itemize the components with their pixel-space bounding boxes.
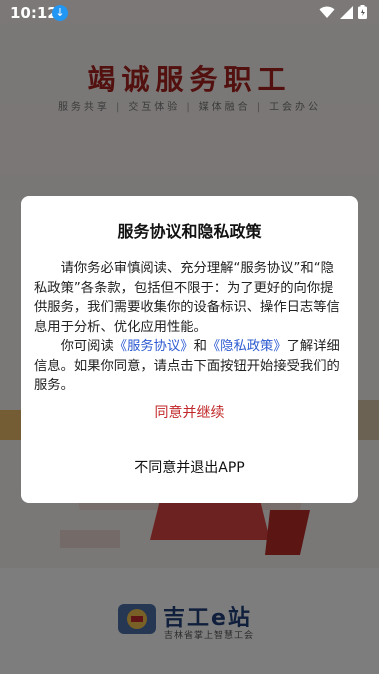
dialog-paragraph: 请你务必审慎阅读、充分理解“服务协议”和“隐私政策”各条款，包括但不限于：为了更… <box>34 261 340 335</box>
status-time: 10:12 <box>10 4 58 22</box>
agree-button[interactable]: 同意并继续 <box>21 402 358 422</box>
download-icon: ↓ <box>52 5 68 21</box>
dialog-body: 请你务必审慎阅读、充分理解“服务协议”和“隐私政策”各条款，包括但不限于：为了更… <box>34 259 345 396</box>
dialog-paragraph: 你可阅读《服务协议》和《隐私政策》了解详细信息。如果你同意，请点击下面按钮开始接… <box>34 337 345 396</box>
status-indicators <box>319 5 367 19</box>
screen: 10:12 ↓ 竭诚服务职工 服务共享|交互体验|媒体融合|工会办公 <box>0 0 379 674</box>
dialog-text: 和 <box>193 339 207 354</box>
dialog-title: 服务协议和隐私政策 <box>117 222 262 241</box>
exit-button[interactable]: 不同意并退出APP <box>21 457 358 477</box>
battery-icon <box>358 5 367 19</box>
signal-icon <box>340 5 353 19</box>
wifi-icon <box>319 6 335 18</box>
privacy-policy-link[interactable]: 《隐私政策》 <box>207 339 287 354</box>
dialog-text: 你可阅读 <box>60 339 114 354</box>
status-bar: 10:12 ↓ <box>0 0 379 26</box>
privacy-dialog: 服务协议和隐私政策 请你务必审慎阅读、充分理解“服务协议”和“隐私政策”各条款，… <box>21 196 358 503</box>
service-agreement-link[interactable]: 《服务协议》 <box>114 339 194 354</box>
